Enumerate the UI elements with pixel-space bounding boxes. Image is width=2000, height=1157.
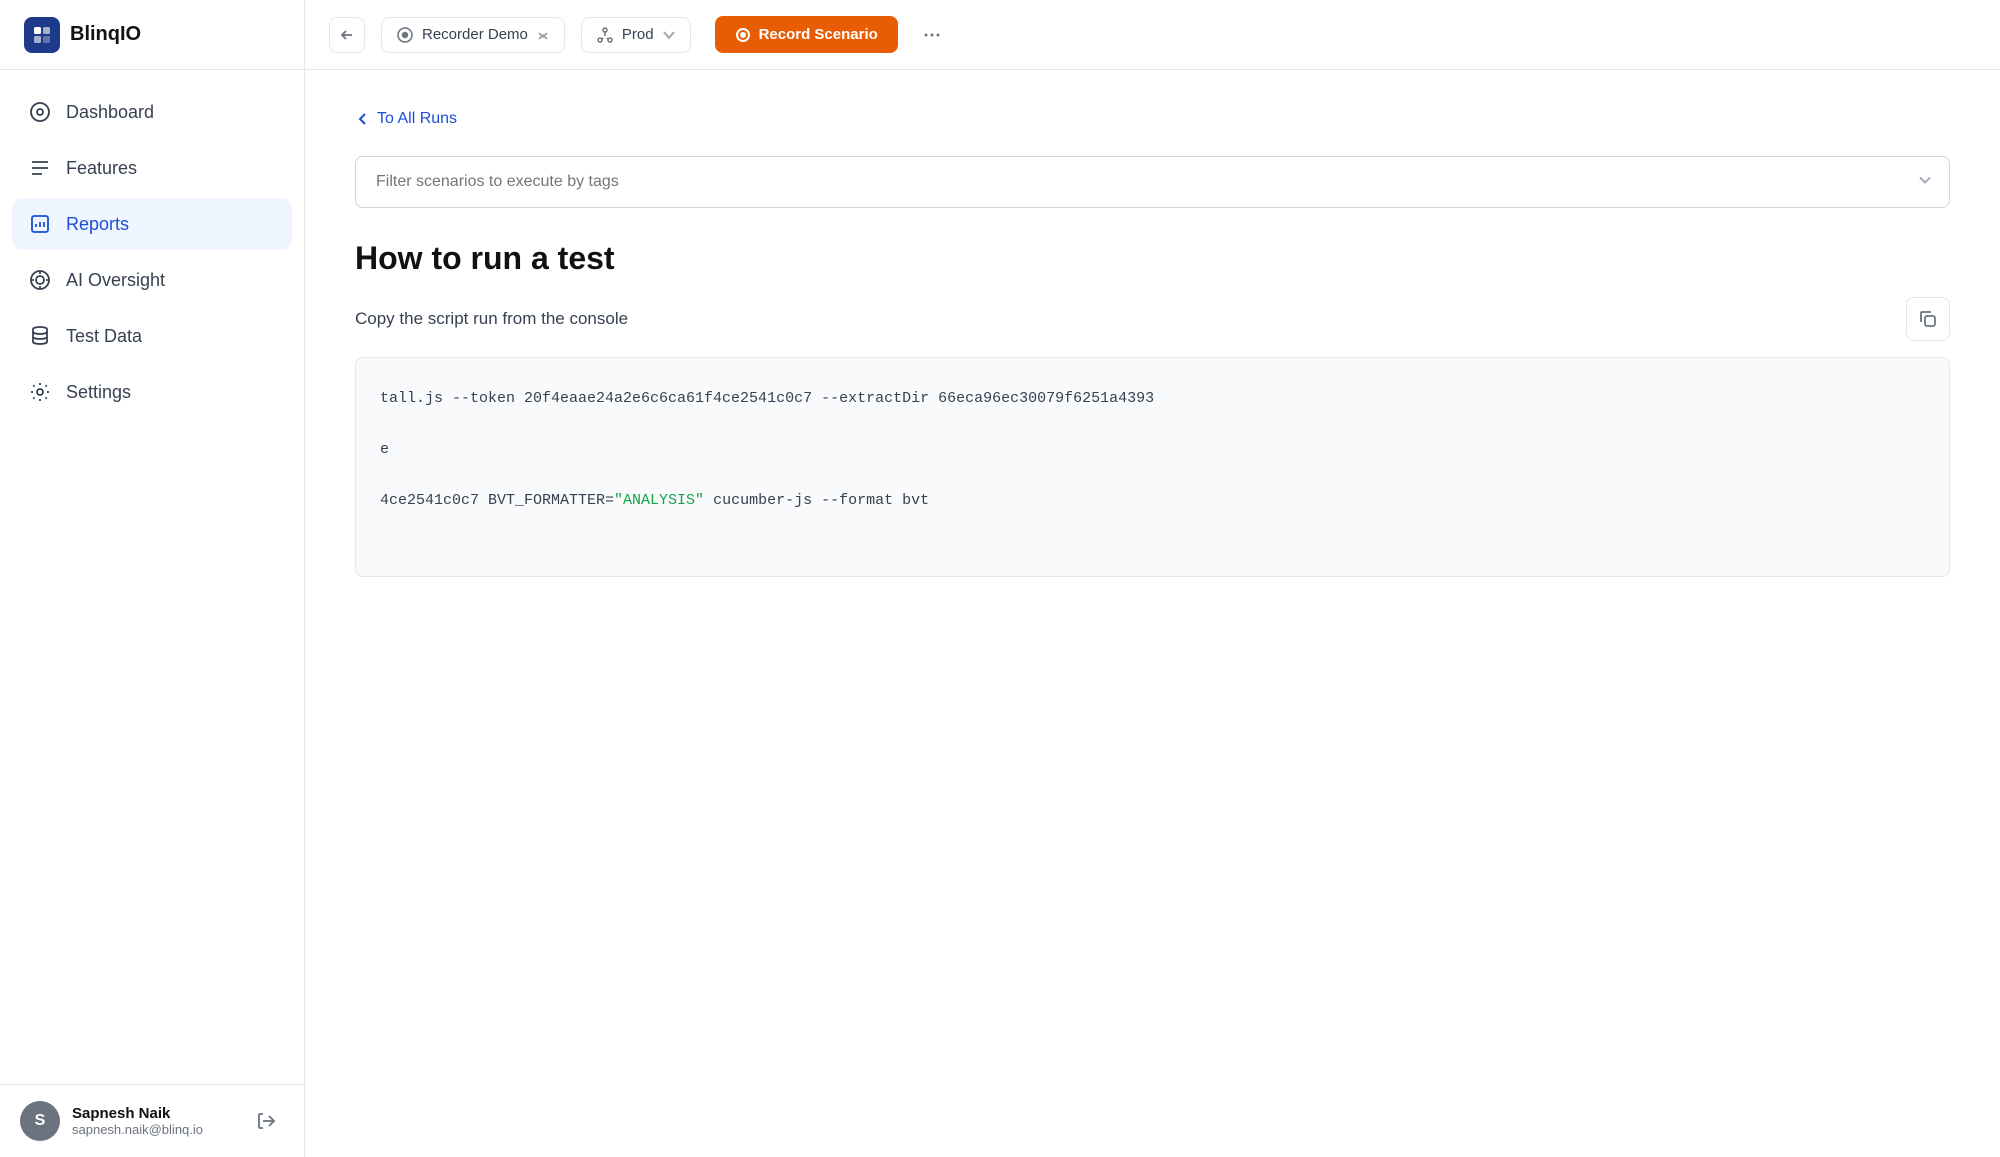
sidebar-item-label: Dashboard <box>66 102 154 123</box>
sidebar-bottom: S Sapnesh Naik sapnesh.naik@blinq.io <box>0 1084 304 1157</box>
settings-icon <box>28 380 52 404</box>
sidebar: BlinqIO Dashboard Features <box>0 0 305 1157</box>
sidebar-item-test-data[interactable]: Test Data <box>12 310 292 362</box>
content-area: To All Runs How to run a test Copy the s… <box>305 70 2000 1157</box>
sidebar-item-label: Features <box>66 158 137 179</box>
more-options-button[interactable] <box>914 17 950 53</box>
ai-oversight-icon <box>28 268 52 292</box>
sidebar-item-label: Reports <box>66 214 129 235</box>
sidebar-item-settings[interactable]: Settings <box>12 366 292 418</box>
user-details: Sapnesh Naik sapnesh.naik@blinq.io <box>72 1105 203 1137</box>
sidebar-item-label: AI Oversight <box>66 270 165 291</box>
filter-container <box>355 156 1950 208</box>
features-icon <box>28 156 52 180</box>
recorder-selector[interactable]: Recorder Demo <box>381 17 565 53</box>
topbar: Recorder Demo Prod Record Sce <box>305 0 2000 70</box>
back-link-text: To All Runs <box>377 110 457 128</box>
user-email: sapnesh.naik@blinq.io <box>72 1122 203 1137</box>
copy-instruction-text: Copy the script run from the console <box>355 309 628 329</box>
filter-input[interactable] <box>355 156 1950 208</box>
code-block: tall.js --token 20f4eaae24a2e6c6ca61f4ce… <box>355 357 1950 577</box>
logo-text: BlinqIO <box>70 23 141 46</box>
copy-button[interactable] <box>1906 297 1950 341</box>
user-name: Sapnesh Naik <box>72 1105 203 1122</box>
test-data-icon <box>28 324 52 348</box>
sidebar-nav: Dashboard Features Reports <box>0 70 304 1084</box>
section-title: How to run a test <box>355 240 1950 277</box>
logo-icon <box>24 17 60 53</box>
dashboard-icon <box>28 100 52 124</box>
sidebar-item-dashboard[interactable]: Dashboard <box>12 86 292 138</box>
env-label: Prod <box>622 26 654 43</box>
code-line-3-prefix: 4ce2541c0c7 BVT_FORMATTER= <box>380 492 614 509</box>
sidebar-item-ai-oversight[interactable]: AI Oversight <box>12 254 292 306</box>
collapse-button[interactable] <box>329 17 365 53</box>
reports-icon <box>28 212 52 236</box>
code-highlight: "ANALYSIS" <box>614 492 704 509</box>
record-button-label: Record Scenario <box>759 26 878 43</box>
avatar: S <box>20 1101 60 1141</box>
sidebar-item-label: Test Data <box>66 326 142 347</box>
record-scenario-button[interactable]: Record Scenario <box>715 16 898 53</box>
env-selector[interactable]: Prod <box>581 17 691 53</box>
user-info: S Sapnesh Naik sapnesh.naik@blinq.io <box>20 1101 203 1141</box>
code-line-1: tall.js --token 20f4eaae24a2e6c6ca61f4ce… <box>380 390 1154 407</box>
main-area: Recorder Demo Prod Record Sce <box>305 0 2000 1157</box>
code-line-2: e <box>380 441 389 458</box>
logout-button[interactable] <box>248 1103 284 1139</box>
recorder-label: Recorder Demo <box>422 26 528 43</box>
code-line-3-suffix: cucumber-js --format bvt <box>704 492 929 509</box>
copy-instruction-row: Copy the script run from the console <box>355 297 1950 341</box>
sidebar-item-label: Settings <box>66 382 131 403</box>
back-to-runs-link[interactable]: To All Runs <box>355 110 1950 128</box>
logo-area: BlinqIO <box>0 0 304 70</box>
sidebar-item-reports[interactable]: Reports <box>12 198 292 250</box>
sidebar-item-features[interactable]: Features <box>12 142 292 194</box>
